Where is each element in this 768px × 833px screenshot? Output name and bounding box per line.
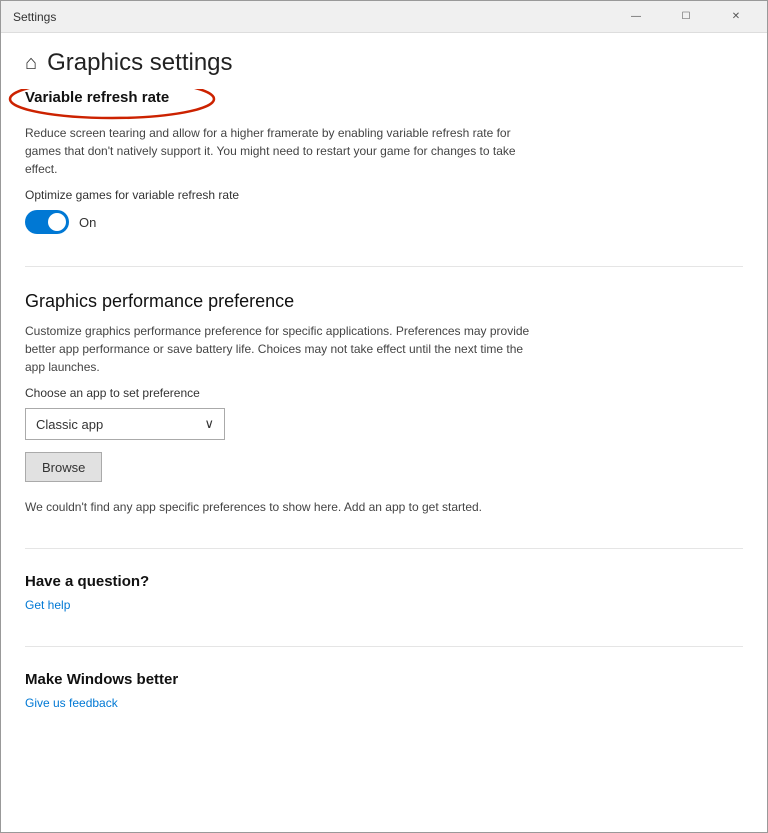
main-content: Variable refresh rate Reduce screen tear…	[1, 89, 767, 832]
page-header: ⌂ Graphics settings	[1, 33, 767, 89]
dropdown-chevron-icon: ∨	[204, 416, 214, 432]
settings-window: Settings — ☐ ✕ ⌂ Graphics settings Varia…	[0, 0, 768, 833]
vrr-toggle[interactable]	[25, 210, 69, 234]
browse-button[interactable]: Browse	[25, 452, 102, 482]
maximize-button[interactable]: ☐	[663, 1, 709, 33]
vrr-section: Variable refresh rate Reduce screen tear…	[25, 89, 743, 234]
home-icon: ⌂	[25, 52, 37, 75]
vrr-description: Reduce screen tearing and allow for a hi…	[25, 124, 545, 178]
minimize-button[interactable]: —	[613, 1, 659, 33]
window-title: Settings	[13, 10, 56, 24]
help-section: Have a question? Get help	[25, 573, 743, 614]
section-divider-2	[25, 548, 743, 549]
graphics-section: Graphics performance preference Customiz…	[25, 291, 743, 516]
content-area: ⌂ Graphics settings Variable refresh rat…	[1, 33, 767, 832]
toggle-thumb	[48, 213, 66, 231]
help-section-title: Have a question?	[25, 573, 743, 590]
graphics-section-title: Graphics performance preference	[25, 291, 743, 312]
title-bar: Settings — ☐ ✕	[1, 1, 767, 33]
toggle-row: On	[25, 210, 743, 234]
feedback-section: Make Windows better Give us feedback	[25, 671, 743, 712]
toggle-label: On	[79, 215, 96, 230]
get-help-link[interactable]: Get help	[25, 598, 70, 612]
close-button[interactable]: ✕	[713, 1, 759, 33]
dropdown-value: Classic app	[36, 417, 103, 432]
section-divider-1	[25, 266, 743, 267]
app-type-dropdown[interactable]: Classic app ∨	[25, 408, 225, 440]
vrr-section-title: Variable refresh rate	[25, 89, 169, 106]
empty-state-text: We couldn't find any app specific prefer…	[25, 498, 545, 516]
give-feedback-link[interactable]: Give us feedback	[25, 696, 118, 710]
title-bar-controls: — ☐ ✕	[613, 1, 759, 33]
graphics-description: Customize graphics performance preferenc…	[25, 322, 545, 376]
choose-label: Choose an app to set preference	[25, 386, 743, 400]
page-title: Graphics settings	[47, 49, 232, 77]
title-bar-left: Settings	[13, 10, 56, 24]
optimize-label: Optimize games for variable refresh rate	[25, 188, 743, 202]
section-divider-3	[25, 646, 743, 647]
feedback-section-title: Make Windows better	[25, 671, 743, 688]
